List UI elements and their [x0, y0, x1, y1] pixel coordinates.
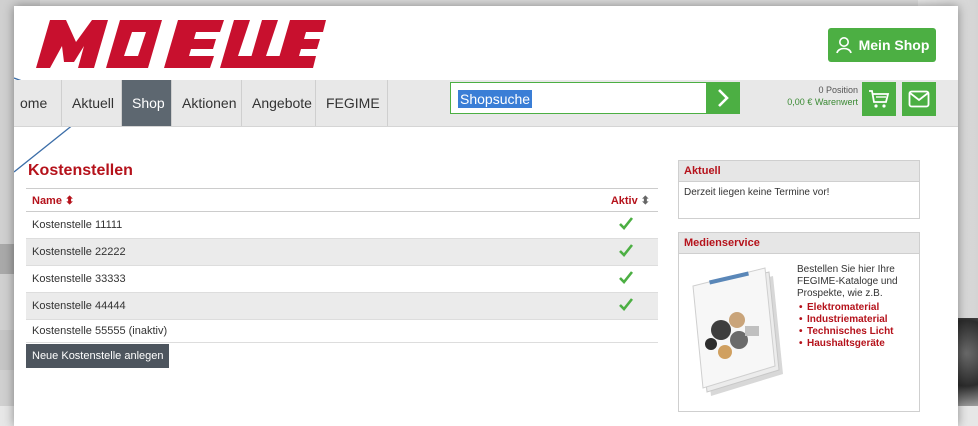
page-title: Kostenstellen	[28, 162, 133, 179]
medienservice-box: Medienservice Bestellen Sie hier Ihre FE…	[678, 232, 920, 412]
cart-summary: 0 Position 0,00 € Warenwert	[754, 84, 858, 108]
table-row[interactable]: Kostenstelle 33333	[26, 266, 658, 293]
nav-item-aktuell[interactable]: Aktuell	[62, 80, 122, 126]
aktuell-title: Aktuell	[679, 161, 919, 182]
check-icon	[619, 217, 634, 230]
background-left-bar	[0, 244, 14, 274]
sort-icon: ⬍	[65, 195, 75, 207]
kostenstellen-table: Name ⬍ Aktiv ⬍ Kostenstelle 11111 Kosten…	[26, 188, 658, 343]
list-item[interactable]: Elektromaterial	[797, 302, 921, 314]
nav-item-angebote[interactable]: Angebote	[242, 80, 316, 126]
table-row[interactable]: Kostenstelle 22222	[26, 239, 658, 266]
list-item[interactable]: Industriematerial	[797, 314, 921, 326]
aktuell-text: Derzeit liegen keine Termine vor!	[684, 187, 830, 198]
chevron-right-icon	[718, 89, 729, 107]
check-icon	[619, 271, 634, 284]
cart-positions: 0 Position	[818, 85, 858, 95]
cart-value: 0,00 € Warenwert	[787, 97, 858, 107]
cart-button[interactable]	[862, 82, 896, 116]
row-name: Kostenstelle 22222	[32, 246, 126, 258]
aktuell-box: Aktuell Derzeit liegen keine Termine vor…	[678, 160, 920, 219]
search-value: Shopsuche	[458, 90, 533, 108]
mein-shop-button[interactable]: Mein Shop	[828, 28, 936, 62]
row-name: Kostenstelle 33333	[32, 273, 126, 285]
mein-shop-label: Mein Shop	[858, 37, 930, 53]
table-row[interactable]: Kostenstelle 11111	[26, 212, 658, 239]
nav-item-fegime[interactable]: FEGIME	[316, 80, 388, 126]
row-name: Kostenstelle 55555 (inaktiv)	[32, 325, 168, 337]
cart-icon	[869, 90, 890, 108]
mail-icon	[908, 90, 930, 108]
user-icon	[835, 37, 852, 54]
table-header: Name ⬍ Aktiv ⬍	[26, 188, 658, 212]
list-item[interactable]: Technisches Licht	[797, 326, 921, 338]
sort-aktiv-header[interactable]: Aktiv ⬍	[611, 194, 650, 207]
search-input[interactable]: Shopsuche	[450, 82, 708, 114]
check-icon	[619, 244, 634, 257]
row-name: Kostenstelle 11111	[32, 219, 123, 231]
mail-button[interactable]	[902, 82, 936, 116]
medienservice-list: Elektromaterial Industriematerial Techni…	[797, 302, 921, 350]
table-row[interactable]: Kostenstelle 44444	[26, 293, 658, 320]
medienservice-title: Medienservice	[679, 233, 919, 254]
new-kostenstelle-button[interactable]: Neue Kostenstelle anlegen	[26, 344, 170, 368]
nav-item-home[interactable]: ome	[14, 80, 62, 126]
medienservice-description: Bestellen Sie hier Ihre FEGIME-Kataloge …	[797, 264, 921, 350]
sort-name-header[interactable]: Name ⬍	[32, 194, 74, 207]
list-item[interactable]: Haushaltsgeräte	[797, 338, 921, 350]
nav-item-shop[interactable]: Shop	[122, 80, 172, 126]
column-aktiv-label: Aktiv	[610, 195, 638, 207]
table-row[interactable]: Kostenstelle 55555 (inaktiv)	[26, 320, 658, 343]
column-name-label: Name	[32, 195, 62, 207]
check-icon	[619, 298, 634, 311]
sort-icon: ⬍	[640, 195, 650, 207]
background-left-bar	[0, 330, 14, 370]
medienservice-text: Bestellen Sie hier Ihre FEGIME-Kataloge …	[797, 264, 898, 299]
search-submit-button[interactable]	[706, 82, 740, 114]
nav-item-aktionen[interactable]: Aktionen	[172, 80, 242, 126]
row-name: Kostenstelle 44444	[32, 300, 126, 312]
moelle-logo	[36, 20, 326, 68]
shop-window: Mein Shop ome Aktuell Shop Aktionen Ange…	[14, 6, 958, 426]
catalog-image[interactable]	[683, 264, 787, 400]
